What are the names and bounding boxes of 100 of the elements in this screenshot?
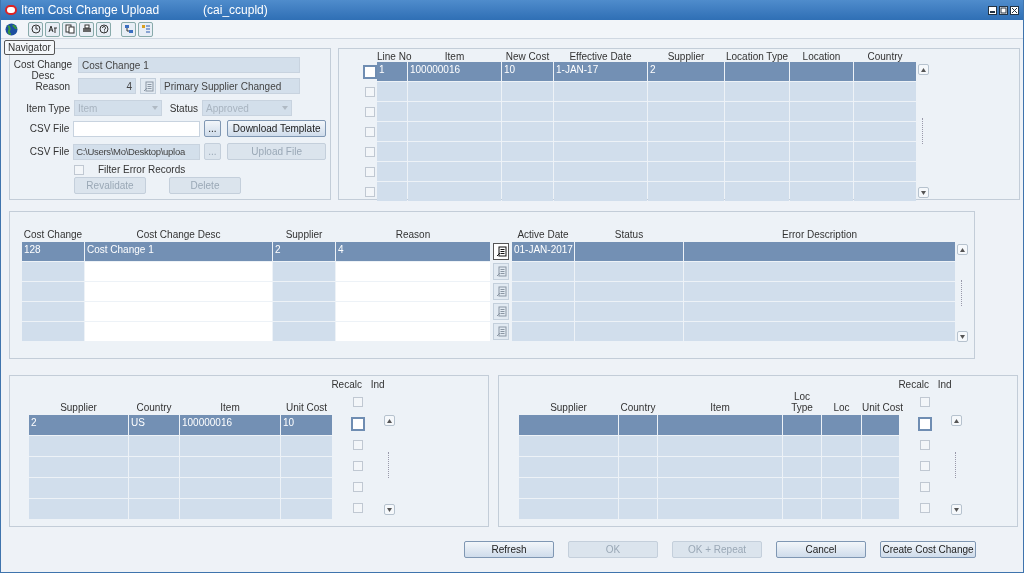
- app-icon: [5, 5, 17, 15]
- table-cell: [129, 478, 179, 498]
- scroll-down-button[interactable]: [384, 504, 395, 515]
- checkbox[interactable]: [364, 107, 375, 117]
- table-cell: [273, 302, 335, 321]
- dropdown-icon: [152, 106, 158, 110]
- table-cell: [822, 499, 861, 519]
- table-cell: [790, 142, 853, 161]
- hierarchy-icon[interactable]: [121, 21, 136, 37]
- list-tree-icon[interactable]: [138, 21, 153, 37]
- scroll-up-button[interactable]: [384, 415, 395, 426]
- field-label: Status: [168, 102, 198, 114]
- table-cell: [862, 499, 899, 519]
- field-label: CSV File: [28, 146, 70, 157]
- tooltip: Navigator: [4, 40, 55, 55]
- checkbox[interactable]: [920, 460, 930, 471]
- checkbox[interactable]: [920, 439, 930, 450]
- checkbox[interactable]: [364, 127, 375, 137]
- checkbox[interactable]: [353, 481, 363, 492]
- footer-button[interactable]: Refresh: [464, 541, 554, 558]
- scroll-up-button[interactable]: [918, 64, 929, 75]
- table-cell: 2: [273, 242, 335, 261]
- checkbox[interactable]: [364, 147, 375, 157]
- table-cell: [512, 262, 574, 281]
- table-cell: [790, 162, 853, 181]
- list-icon: [495, 326, 507, 337]
- caret-up-icon: [387, 418, 392, 423]
- checkbox[interactable]: [74, 164, 84, 175]
- maximize-button[interactable]: [999, 5, 1008, 15]
- table-cell: 10: [502, 62, 553, 81]
- checkbox[interactable]: [353, 439, 363, 450]
- checkbox[interactable]: [364, 167, 375, 177]
- file-path-field[interactable]: C:\Users\Mo\Desktop\uploa: [73, 143, 200, 160]
- list-icon: [142, 80, 154, 92]
- list-button[interactable]: [493, 243, 509, 260]
- file-path-field[interactable]: [73, 120, 200, 137]
- clock-icon[interactable]: [28, 21, 43, 37]
- scroll-up-button[interactable]: [957, 244, 968, 255]
- table-cell: [502, 182, 553, 201]
- table-cell: [281, 478, 332, 498]
- table-cell: [854, 102, 916, 121]
- column-header: Loc Type: [790, 391, 814, 413]
- browse-button[interactable]: ...: [203, 120, 222, 137]
- table-cell: 1-JAN-17: [554, 62, 647, 81]
- table-cell: [725, 122, 789, 141]
- window-title: Item Cost Change Upload: [21, 3, 160, 17]
- checkbox[interactable]: [353, 502, 363, 513]
- help-icon[interactable]: [96, 21, 111, 37]
- column-header: Location Type: [725, 51, 789, 62]
- caret-down-icon: [960, 334, 965, 339]
- table-cell: [281, 499, 332, 519]
- checkbox[interactable]: [364, 87, 375, 97]
- column-header: Loc: [832, 402, 851, 413]
- table-cell: [502, 122, 553, 141]
- checkbox[interactable]: [920, 397, 930, 407]
- scroll-down-button[interactable]: [918, 187, 929, 198]
- table-cell: [619, 415, 657, 435]
- copy-icon[interactable]: [62, 21, 77, 37]
- table-cell: [273, 262, 335, 281]
- minimize-button[interactable]: [988, 5, 997, 15]
- column-header: Recalc Ind: [898, 379, 952, 391]
- checkbox[interactable]: [353, 460, 363, 471]
- checkbox[interactable]: [353, 397, 363, 407]
- table-cell: 100000016: [408, 62, 501, 81]
- scroll-up-button[interactable]: [951, 415, 962, 426]
- table-cell: [512, 282, 574, 301]
- table-cell: 2: [648, 62, 724, 81]
- reason-desc-field: Primary Supplier Changed: [160, 78, 300, 94]
- table-cell: [502, 102, 553, 121]
- table-cell: [129, 457, 179, 477]
- table-cell: [862, 436, 899, 456]
- table-cell: [281, 436, 332, 456]
- checkbox[interactable]: [920, 481, 930, 492]
- table-cell: [725, 82, 789, 101]
- translate-icon[interactable]: [45, 21, 60, 37]
- table-cell: [854, 162, 916, 181]
- file-button[interactable]: Download Template: [227, 120, 326, 137]
- footer-button[interactable]: Cancel: [776, 541, 866, 558]
- field-label: CSV File: [28, 123, 70, 134]
- table-cell: [273, 282, 335, 301]
- column-header: Supplier: [284, 229, 324, 240]
- table-cell: [790, 82, 853, 101]
- scroll-grip: [921, 118, 926, 144]
- table-cell: 100000016: [180, 415, 280, 435]
- footer-button[interactable]: Create Cost Change: [880, 541, 976, 558]
- caret-up-icon: [921, 67, 926, 72]
- table-cell: [790, 182, 853, 201]
- checkbox[interactable]: [364, 187, 375, 197]
- column-header: Cost Change: [22, 229, 84, 240]
- column-header: Country: [619, 402, 657, 413]
- table-cell: [854, 182, 916, 201]
- globe-icon[interactable]: [5, 22, 18, 36]
- table-cell: [862, 415, 899, 435]
- print-icon[interactable]: [79, 21, 94, 37]
- close-button[interactable]: [1010, 5, 1019, 15]
- table-cell: [790, 122, 853, 141]
- column-header: Location: [801, 51, 842, 62]
- scroll-down-button[interactable]: [957, 331, 968, 342]
- scroll-down-button[interactable]: [951, 504, 962, 515]
- checkbox[interactable]: [920, 502, 930, 513]
